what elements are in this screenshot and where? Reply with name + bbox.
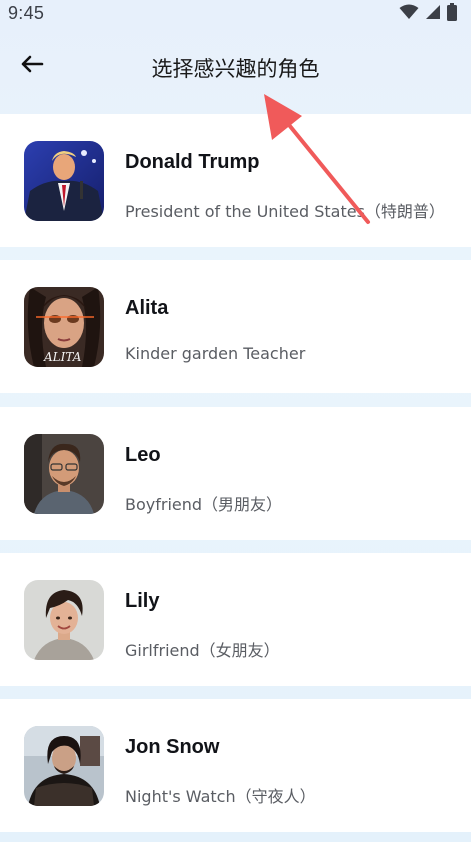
wifi-icon — [399, 4, 419, 25]
battery-icon — [447, 3, 457, 26]
signal-icon — [425, 4, 441, 25]
status-time: 9:45 — [8, 3, 45, 23]
character-name: Leo — [125, 444, 161, 466]
character-name: Donald Trump — [125, 151, 260, 173]
character-description: President of the United States（特朗普） — [125, 202, 445, 221]
character-name: Jon Snow — [125, 736, 220, 758]
character-card-jon-snow[interactable]: Jon Snow Night's Watch（守夜人） — [0, 699, 471, 832]
character-card-alita[interactable]: ALITA Alita Kinder garden Teacher — [0, 260, 471, 393]
svg-text:ALITA: ALITA — [43, 350, 82, 364]
avatar-leo — [24, 434, 104, 514]
character-description: Girlfriend（女朋友） — [125, 641, 280, 660]
character-card-leo[interactable]: Leo Boyfriend（男朋友） — [0, 407, 471, 540]
character-card-donald-trump[interactable]: Donald Trump President of the United Sta… — [0, 114, 471, 247]
avatar-alita: ALITA — [24, 287, 104, 367]
page-title: 选择感兴趣的角色 — [151, 57, 320, 81]
character-description: Kinder garden Teacher — [125, 344, 306, 363]
character-description: Boyfriend（男朋友） — [125, 495, 283, 514]
character-card-lily[interactable]: Lily Girlfriend（女朋友） — [0, 553, 471, 686]
character-description: Night's Watch（守夜人） — [125, 787, 316, 806]
character-name: Alita — [125, 297, 169, 319]
status-bar: 9:45 — [0, 0, 471, 26]
avatar-lily — [24, 580, 104, 660]
header: 选择感兴趣的角色 — [0, 26, 471, 114]
status-icons — [399, 3, 457, 26]
character-name: Lily — [125, 590, 160, 612]
avatar-jon-snow — [24, 726, 104, 806]
avatar-donald-trump — [24, 141, 104, 221]
